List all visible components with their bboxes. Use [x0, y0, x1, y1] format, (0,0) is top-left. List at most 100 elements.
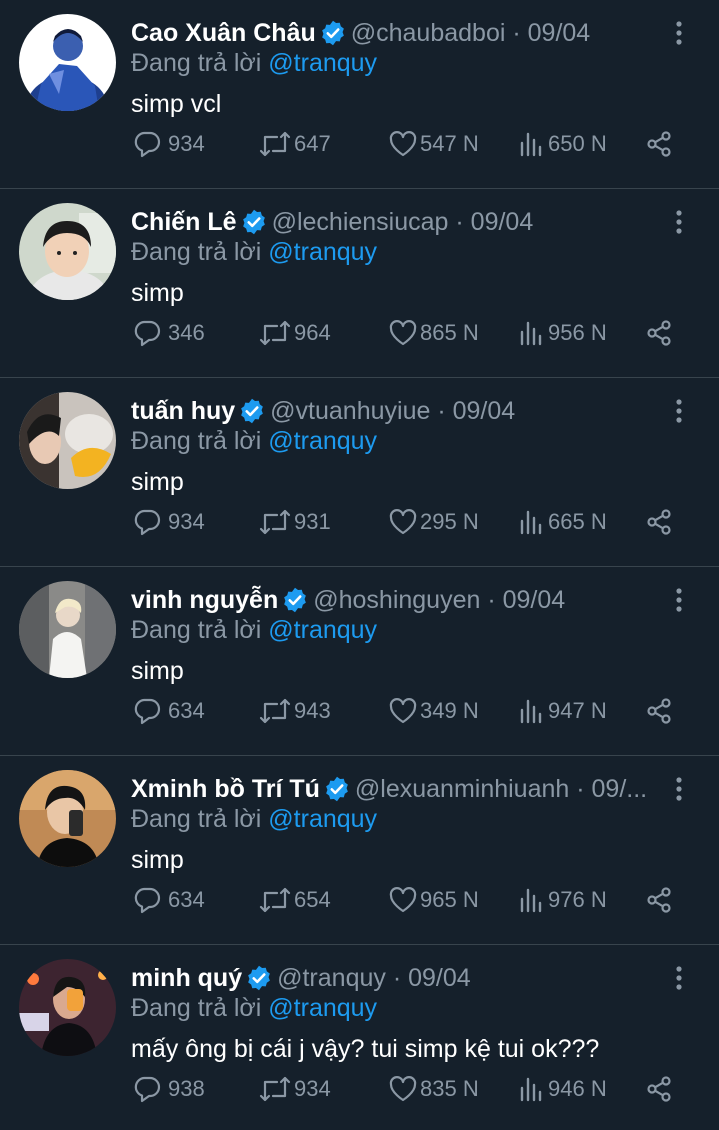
- views-chart-icon: [520, 699, 542, 724]
- share-button[interactable]: [644, 1071, 674, 1107]
- more-vertical-icon[interactable]: [667, 965, 691, 991]
- like-button[interactable]: 295 N: [388, 504, 479, 540]
- avatar[interactable]: [19, 581, 116, 678]
- reply-button[interactable]: 938: [132, 1071, 205, 1107]
- views-button[interactable]: 650 N: [518, 126, 607, 162]
- reply-prefix: Đang trả lời: [131, 616, 262, 644]
- mention-link[interactable]: @tranquy: [268, 994, 377, 1022]
- like-count: 865 N: [420, 320, 479, 345]
- like-count: 349 N: [420, 698, 479, 723]
- avatar[interactable]: [19, 14, 116, 111]
- tweet-header: Chiến Lê @lechiensiucap · 09/04: [131, 206, 661, 238]
- more-vertical-icon[interactable]: [667, 398, 691, 424]
- share-icon: [647, 1076, 671, 1102]
- mention-link[interactable]: @tranquy: [268, 427, 377, 455]
- share-icon: [647, 509, 671, 535]
- retweet-icon: [259, 509, 291, 535]
- action-bar: 634 943 349 N 947 N: [0, 693, 719, 729]
- mention-link[interactable]: @tranquy: [268, 616, 377, 644]
- retweet-button[interactable]: 964: [258, 315, 331, 351]
- display-name[interactable]: tuấn huy: [131, 395, 235, 427]
- display-name[interactable]: minh quý: [131, 962, 242, 994]
- retweet-button[interactable]: 934: [258, 1071, 331, 1107]
- handle-and-date: @lexuanminhiuanh · 09/...: [354, 775, 648, 803]
- like-button[interactable]: 835 N: [388, 1071, 479, 1107]
- share-button[interactable]: [644, 693, 674, 729]
- retweet-button[interactable]: 654: [258, 882, 331, 918]
- like-button[interactable]: 547 N: [388, 126, 479, 162]
- reply-button[interactable]: 346: [132, 315, 205, 351]
- tweet[interactable]: tuấn huy @vtuanhuyiue · 09/04 Đang trả l…: [0, 378, 719, 567]
- avatar[interactable]: [19, 392, 116, 489]
- like-button[interactable]: 965 N: [388, 882, 479, 918]
- more-vertical-icon[interactable]: [667, 776, 691, 802]
- retweet-button[interactable]: 931: [258, 504, 331, 540]
- avatar[interactable]: [19, 770, 116, 867]
- views-count: 650 N: [548, 131, 607, 156]
- replying-to: Đang trả lời @tranquy: [131, 803, 377, 835]
- views-count: 946 N: [548, 1076, 607, 1101]
- share-button[interactable]: [644, 882, 674, 918]
- views-count: 947 N: [548, 698, 607, 723]
- replying-to: Đang trả lời @tranquy: [131, 614, 377, 646]
- reply-button[interactable]: 934: [132, 504, 205, 540]
- avatar[interactable]: [19, 203, 116, 300]
- avatar[interactable]: [19, 959, 116, 1056]
- replying-to: Đang trả lời @tranquy: [131, 992, 377, 1024]
- handle-and-date: @lechiensiucap · 09/04: [271, 208, 534, 236]
- display-name[interactable]: Chiến Lê: [131, 206, 237, 238]
- more-vertical-icon[interactable]: [667, 587, 691, 613]
- share-icon: [647, 887, 671, 913]
- replying-to: Đang trả lời @tranquy: [131, 425, 377, 457]
- tweet-header: Cao Xuân Châu @chaubadboi · 09/04: [131, 17, 661, 49]
- like-button[interactable]: 865 N: [388, 315, 479, 351]
- reply-feed: Cao Xuân Châu @chaubadboi · 09/04 Đang t…: [0, 0, 719, 1130]
- reply-button[interactable]: 634: [132, 882, 205, 918]
- handle-and-date: @vtuanhuyiue · 09/04: [270, 397, 516, 425]
- retweet-icon: [259, 698, 291, 724]
- tweet-header: minh quý @tranquy · 09/04: [131, 962, 661, 994]
- like-count: 547 N: [420, 131, 479, 156]
- views-button[interactable]: 976 N: [518, 882, 607, 918]
- tweet[interactable]: Xminh bồ Trí Tú @lexuanminhiuanh · 09/..…: [0, 756, 719, 945]
- mention-link[interactable]: @tranquy: [268, 49, 377, 77]
- display-name[interactable]: Cao Xuân Châu: [131, 17, 316, 49]
- retweet-button[interactable]: 647: [258, 126, 331, 162]
- mention-link[interactable]: @tranquy: [268, 238, 377, 266]
- retweet-count: 654: [294, 887, 331, 912]
- views-button[interactable]: 956 N: [518, 315, 607, 351]
- tweet-text: simp: [131, 468, 184, 496]
- share-button[interactable]: [644, 504, 674, 540]
- tweet-header: Xminh bồ Trí Tú @lexuanminhiuanh · 09/..…: [131, 773, 661, 805]
- reply-prefix: Đang trả lời: [131, 805, 262, 833]
- tweet[interactable]: vinh nguyễn @hoshinguyen · 09/04 Đang tr…: [0, 567, 719, 756]
- display-name[interactable]: Xminh bồ Trí Tú: [131, 773, 320, 805]
- retweet-button[interactable]: 943: [258, 693, 331, 729]
- verified-badge-icon: [242, 209, 265, 235]
- action-bar: 634 654 965 N 976 N: [0, 882, 719, 918]
- mention-link[interactable]: @tranquy: [268, 805, 377, 833]
- heart-icon: [389, 131, 417, 157]
- tweet[interactable]: minh quý @tranquy · 09/04 Đang trả lời @…: [0, 945, 719, 1130]
- reply-bubble-icon: [134, 887, 161, 914]
- views-button[interactable]: 946 N: [518, 1071, 607, 1107]
- display-name[interactable]: vinh nguyễn: [131, 584, 278, 616]
- action-bar: 938 934 835 N 946 N: [0, 1071, 719, 1107]
- tweet-text: simp: [131, 279, 184, 307]
- replying-to: Đang trả lời @tranquy: [131, 236, 377, 268]
- more-vertical-icon[interactable]: [667, 20, 691, 46]
- heart-icon: [389, 320, 417, 346]
- tweet[interactable]: Cao Xuân Châu @chaubadboi · 09/04 Đang t…: [0, 0, 719, 189]
- share-button[interactable]: [644, 315, 674, 351]
- tweet[interactable]: Chiến Lê @lechiensiucap · 09/04 Đang trả…: [0, 189, 719, 378]
- views-chart-icon: [520, 510, 542, 535]
- reply-button[interactable]: 634: [132, 693, 205, 729]
- reply-button[interactable]: 934: [132, 126, 205, 162]
- views-chart-icon: [520, 888, 542, 913]
- views-button[interactable]: 665 N: [518, 504, 607, 540]
- reply-bubble-icon: [134, 320, 161, 347]
- like-button[interactable]: 349 N: [388, 693, 479, 729]
- views-button[interactable]: 947 N: [518, 693, 607, 729]
- more-vertical-icon[interactable]: [667, 209, 691, 235]
- share-button[interactable]: [644, 126, 674, 162]
